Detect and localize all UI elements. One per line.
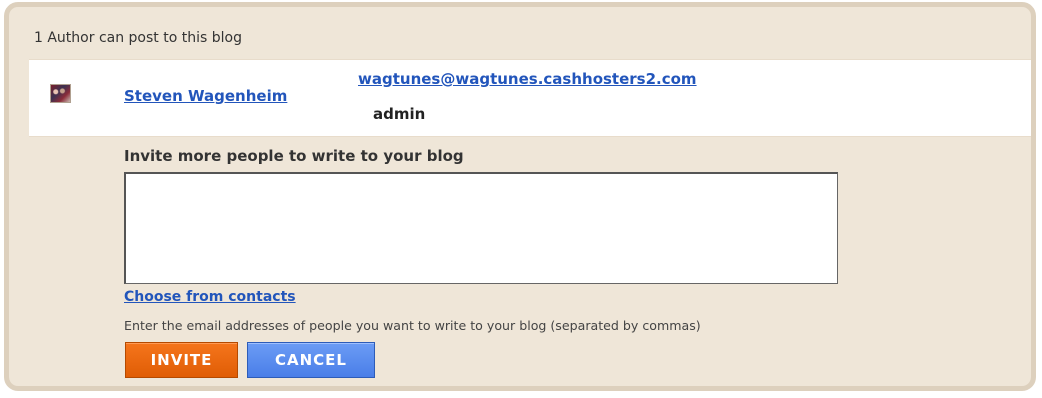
invite-emails-textarea[interactable] (124, 172, 838, 284)
author-email-link[interactable]: wagtunes@wagtunes.cashhosters2.com (358, 70, 697, 88)
authors-count-text: 1 Author can post to this blog (34, 30, 242, 46)
author-row: Steven Wagenheim wagtunes@wagtunes.cashh… (29, 59, 1031, 137)
invite-button[interactable]: INVITE (125, 342, 238, 378)
author-role: admin (373, 105, 426, 123)
invite-label: Invite more people to write to your blog (124, 147, 464, 165)
author-avatar (50, 84, 71, 103)
invite-help-text: Enter the email addresses of people you … (124, 318, 701, 333)
author-name-link[interactable]: Steven Wagenheim (124, 87, 287, 105)
choose-from-contacts-link[interactable]: Choose from contacts (124, 289, 296, 305)
cancel-button[interactable]: CANCEL (247, 342, 375, 378)
